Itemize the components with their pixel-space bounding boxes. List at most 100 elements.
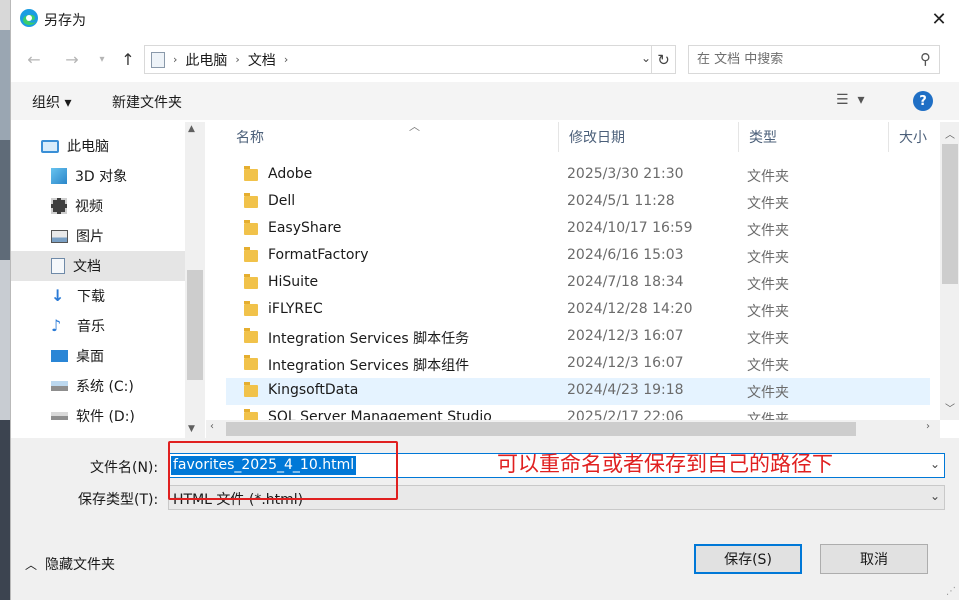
hide-folders-label: 隐藏文件夹: [45, 557, 116, 573]
sidebar-item-videos[interactable]: 视频: [11, 191, 185, 221]
filetype-label: 保存类型(T):: [78, 492, 159, 508]
list-item[interactable]: Integration Services 脚本组件 2024/12/3 16:0…: [226, 351, 930, 378]
breadcrumb-separator-icon[interactable]: ›: [284, 53, 288, 66]
sidebar-item-this-pc[interactable]: 此电脑: [11, 131, 185, 161]
breadcrumb-separator-icon[interactable]: ›: [235, 53, 239, 66]
file-type: 文件夹: [747, 250, 789, 266]
recent-locations-chevron-icon[interactable]: ▾: [91, 48, 113, 70]
address-dropdown-chevron-icon[interactable]: ⌄: [641, 51, 651, 65]
list-item[interactable]: KingsoftData 2024/4/23 19:18 文件夹: [226, 378, 930, 405]
column-header-size[interactable]: 大小: [889, 122, 940, 152]
file-type: 文件夹: [747, 358, 789, 374]
sidebar-item-label: 音乐: [77, 319, 105, 335]
refresh-icon[interactable]: ↻: [651, 46, 675, 73]
folder-icon: [244, 382, 258, 397]
close-button[interactable]: ✕: [926, 6, 952, 32]
scroll-up-arrow-icon[interactable]: ▲: [188, 124, 195, 134]
column-header-name[interactable]: 名称 ︿: [226, 120, 559, 152]
scrollbar-thumb[interactable]: [942, 144, 958, 284]
scrollbar-thumb[interactable]: [226, 422, 856, 436]
file-type: 文件夹: [747, 196, 789, 212]
sidebar-item-label: 系统 (C:): [76, 379, 134, 395]
sidebar-item-label: 下载: [77, 289, 105, 305]
sidebar-item-label: 图片: [76, 229, 104, 245]
scroll-up-chevron-icon[interactable]: ︿: [945, 126, 955, 141]
folder-icon: [244, 355, 258, 370]
back-arrow-icon[interactable]: ←: [23, 48, 45, 70]
sidebar-item-downloads[interactable]: ↓ 下载: [11, 281, 185, 311]
filetype-select[interactable]: HTML 文件 (*.html) ⌄: [168, 485, 945, 510]
breadcrumb-this-pc[interactable]: 此电脑: [185, 50, 227, 70]
folder-icon: [244, 328, 258, 343]
list-item[interactable]: SQL Server Management Studio 2025/2/17 2…: [226, 405, 930, 420]
picture-icon: [51, 229, 68, 243]
list-item[interactable]: iFLYREC 2024/12/28 14:20 文件夹: [226, 297, 930, 324]
scroll-down-arrow-icon[interactable]: ▼: [188, 424, 195, 434]
file-name: Adobe: [268, 166, 313, 182]
scrollbar-thumb[interactable]: [187, 270, 203, 380]
filename-dropdown-chevron-icon[interactable]: ⌄: [930, 457, 940, 471]
list-item[interactable]: FormatFactory 2024/6/16 15:03 文件夹: [226, 243, 930, 270]
list-item[interactable]: Dell 2024/5/1 11:28 文件夹: [226, 189, 930, 216]
file-modified: 2024/7/18 18:34: [567, 274, 684, 290]
breadcrumb-documents[interactable]: 文档: [248, 50, 276, 70]
list-item[interactable]: Adobe 2025/3/30 21:30 文件夹: [226, 162, 930, 189]
view-options-icon[interactable]: ☰ ▾: [836, 92, 864, 108]
file-name: Dell: [268, 193, 296, 209]
file-modified: 2024/12/3 16:07: [567, 328, 684, 344]
search-input[interactable]: [697, 52, 907, 67]
filetype-dropdown-chevron-icon[interactable]: ⌄: [930, 489, 940, 503]
column-header-label: 名称: [236, 130, 264, 146]
column-header-modified[interactable]: 修改日期: [559, 122, 739, 152]
filename-value[interactable]: favorites_2025_4_10.html: [171, 456, 357, 475]
organize-menu-button[interactable]: 组织 ▾: [32, 92, 71, 112]
scroll-down-chevron-icon[interactable]: ﹀: [945, 400, 955, 415]
sidebar-item-desktop[interactable]: 桌面: [11, 341, 185, 371]
search-icon[interactable]: ⚲: [920, 50, 931, 68]
navigation-pane: 此电脑 3D 对象 视频 图片 文档 ↓ 下载 ♪ 音乐 桌面 系统 (C:) …: [11, 122, 205, 438]
address-bar[interactable]: › 此电脑 › 文档 › ⌄ ↻: [144, 45, 676, 74]
file-name: SQL Server Management Studio: [268, 409, 492, 420]
folder-icon: [244, 193, 258, 208]
scroll-right-chevron-icon[interactable]: ›: [926, 421, 930, 432]
list-item[interactable]: HiSuite 2024/7/18 18:34 文件夹: [226, 270, 930, 297]
drive-icon: [51, 412, 68, 420]
file-modified: 2024/12/3 16:07: [567, 355, 684, 371]
file-name: EasyShare: [268, 220, 342, 236]
sidebar-item-documents[interactable]: 文档: [11, 251, 185, 281]
folder-icon: [244, 409, 258, 420]
sidebar-item-3d-objects[interactable]: 3D 对象: [11, 161, 185, 191]
video-icon: [51, 198, 67, 214]
up-arrow-icon[interactable]: ↑: [117, 48, 139, 70]
document-icon: [51, 258, 65, 274]
file-type: 文件夹: [747, 277, 789, 293]
sidebar-item-drive-d[interactable]: 软件 (D:): [11, 401, 185, 431]
list-item[interactable]: Integration Services 脚本任务 2024/12/3 16:0…: [226, 324, 930, 351]
sidebar-scrollbar[interactable]: ▲ ▼: [185, 122, 205, 438]
chevron-up-icon: ︿: [25, 557, 38, 572]
breadcrumb-separator-icon[interactable]: ›: [173, 53, 177, 66]
sidebar-item-label: 软件 (D:): [76, 409, 135, 425]
drive-icon: [51, 381, 68, 391]
search-box[interactable]: ⚲: [688, 45, 940, 74]
list-item[interactable]: EasyShare 2024/10/17 16:59 文件夹: [226, 216, 930, 243]
desktop-icon: [51, 350, 68, 362]
sidebar-item-drive-c[interactable]: 系统 (C:): [11, 371, 185, 401]
forward-arrow-icon[interactable]: →: [61, 48, 83, 70]
help-icon[interactable]: ?: [913, 91, 933, 111]
file-name: Integration Services 脚本任务: [268, 331, 470, 347]
file-list-vertical-scrollbar[interactable]: ︿ ﹀: [940, 122, 959, 420]
column-header-type[interactable]: 类型: [739, 122, 889, 152]
file-name: KingsoftData: [268, 382, 359, 398]
cancel-button[interactable]: 取消: [820, 544, 928, 574]
sidebar-item-music[interactable]: ♪ 音乐: [11, 311, 185, 341]
new-folder-button[interactable]: 新建文件夹: [112, 92, 182, 112]
resize-grip-icon[interactable]: ⋰: [946, 586, 956, 597]
sidebar-item-pictures[interactable]: 图片: [11, 221, 185, 251]
scroll-left-chevron-icon[interactable]: ‹: [210, 421, 214, 432]
sidebar-item-label: 3D 对象: [75, 169, 128, 185]
file-list-horizontal-scrollbar[interactable]: ‹ ›: [206, 420, 940, 438]
file-type: 文件夹: [747, 223, 789, 239]
save-button[interactable]: 保存(S): [694, 544, 802, 574]
hide-folders-toggle[interactable]: ︿ 隐藏文件夹: [25, 554, 115, 574]
